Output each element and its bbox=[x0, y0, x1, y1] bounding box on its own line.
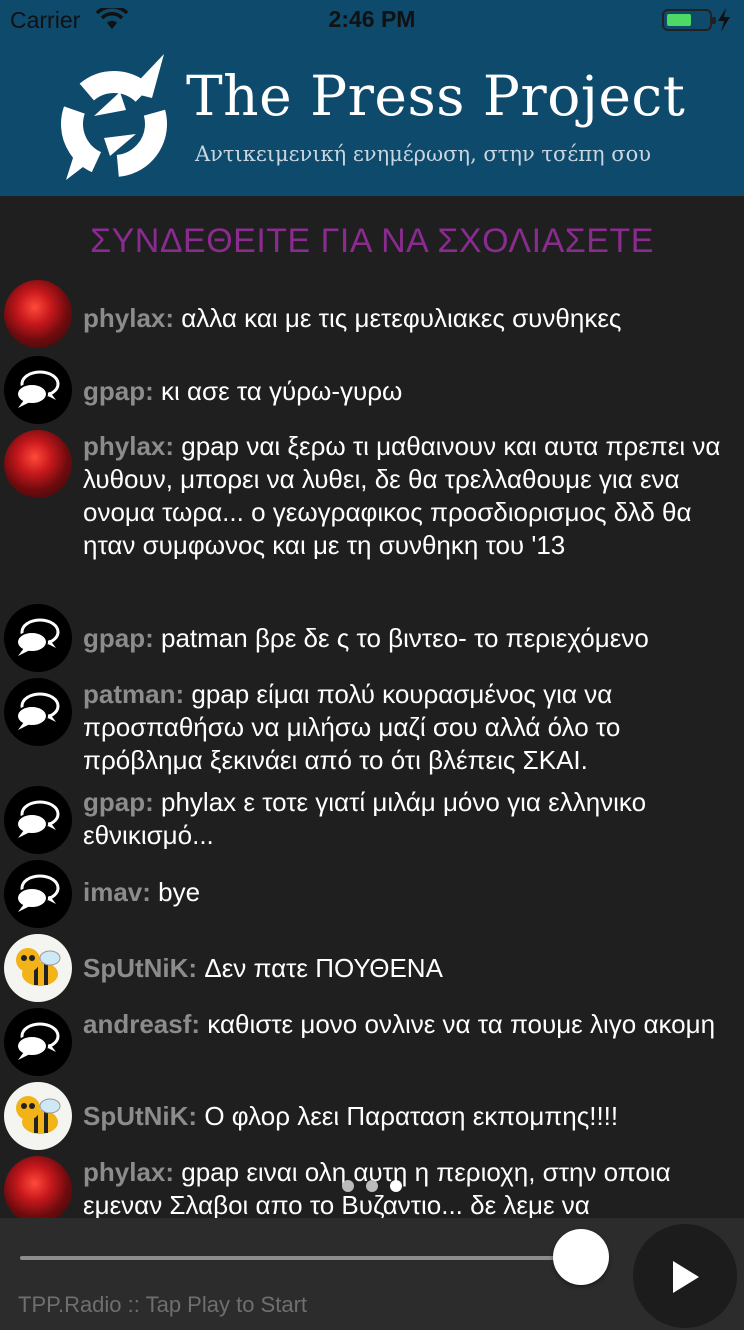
app-subtitle: Αντικειμενική ενημέρωση, στην τσέπη σου bbox=[195, 142, 652, 166]
app-header: Carrier 2:46 PM The Press Project Αντικε… bbox=[0, 0, 744, 196]
battery-icon bbox=[662, 9, 716, 31]
speech-bubbles-icon bbox=[16, 692, 60, 730]
radio-status-text: TPP.Radio :: Tap Play to Start bbox=[18, 1292, 308, 1317]
avatar bbox=[4, 356, 72, 424]
chat-text: αλλα και με τις μετεφυλιακες συνθηκες bbox=[181, 303, 622, 333]
chat-text: καθιστε μονο ονλινε να τα πουμε λιγο ακο… bbox=[207, 1009, 716, 1039]
chat-username: phylax: bbox=[83, 431, 175, 461]
chat-username: andreasf: bbox=[83, 1009, 201, 1039]
speech-bubbles-icon bbox=[16, 800, 60, 838]
speech-bubbles-icon bbox=[16, 618, 60, 656]
bee-icon bbox=[16, 1096, 61, 1134]
bee-icon bbox=[16, 948, 61, 986]
radio-player: TPP.Radio :: Tap Play to Start bbox=[0, 1218, 744, 1330]
status-bar: Carrier 2:46 PM bbox=[0, 0, 744, 40]
chat-username: SpUtNiK: bbox=[83, 953, 198, 983]
login-to-comment-link[interactable]: ΣΥΝΔΕΘΕΙΤΕ ΓΙΑ ΝΑ ΣΧΟΛΙΑΣΕΤΕ bbox=[0, 222, 744, 261]
chat-username: patman: bbox=[83, 679, 185, 709]
speech-bubbles-icon bbox=[16, 370, 60, 408]
audio-progress-track[interactable] bbox=[20, 1256, 580, 1260]
app-title: The Press Project bbox=[186, 64, 686, 128]
chat-text: phylax ε τοτε γιατί μιλάμ μόνο για ελλην… bbox=[83, 787, 647, 850]
clock: 2:46 PM bbox=[328, 6, 416, 32]
speech-bubbles-icon bbox=[16, 1022, 60, 1060]
speech-bubbles-icon bbox=[16, 874, 60, 912]
chat-username: SpUtNiK: bbox=[83, 1101, 198, 1131]
chat-username: imav: bbox=[83, 877, 151, 907]
page-dot[interactable] bbox=[366, 1180, 378, 1192]
chat-text: gpap ναι ξερω τι μαθαινουν και αυτα πρεπ… bbox=[83, 431, 721, 560]
chat-text: patman βρε δε ς το βιντεο- το περιεχόμεν… bbox=[161, 623, 649, 653]
avatar bbox=[4, 604, 72, 672]
avatar bbox=[4, 1008, 72, 1076]
play-button[interactable] bbox=[633, 1224, 737, 1328]
avatar bbox=[4, 678, 72, 746]
chat-text: κι ασε τα γύρω-γυρω bbox=[161, 376, 403, 406]
avatar bbox=[4, 860, 72, 928]
avatar bbox=[4, 786, 72, 854]
chat-username: gpap: bbox=[83, 376, 154, 406]
chat-username: gpap: bbox=[83, 787, 154, 817]
play-icon bbox=[673, 1261, 699, 1293]
chat-username: phylax: bbox=[83, 303, 175, 333]
page-indicator[interactable] bbox=[340, 1180, 410, 1194]
page-dot[interactable] bbox=[342, 1180, 354, 1192]
charging-icon bbox=[718, 8, 730, 32]
avatar bbox=[4, 934, 72, 1002]
avatar bbox=[4, 1082, 72, 1150]
chat-username: phylax: bbox=[83, 1157, 175, 1187]
chat-text: Δεν πατε ΠΟΥΘΕΝΑ bbox=[204, 953, 443, 983]
avatar bbox=[4, 430, 72, 498]
chat-list[interactable]: phylax: αλλα και με τις μετεφυλιακες συν… bbox=[0, 280, 744, 1218]
avatar bbox=[4, 1156, 72, 1218]
chat-username: gpap: bbox=[83, 623, 154, 653]
chat-text: bye bbox=[158, 877, 201, 907]
press-project-logo-icon bbox=[61, 54, 167, 180]
audio-progress-thumb[interactable] bbox=[553, 1229, 609, 1285]
avatar bbox=[4, 280, 72, 348]
chat-text: Ο φλορ λεει Παραταση εκπομπης!!!! bbox=[204, 1101, 619, 1131]
page-dot-active[interactable] bbox=[390, 1180, 402, 1192]
